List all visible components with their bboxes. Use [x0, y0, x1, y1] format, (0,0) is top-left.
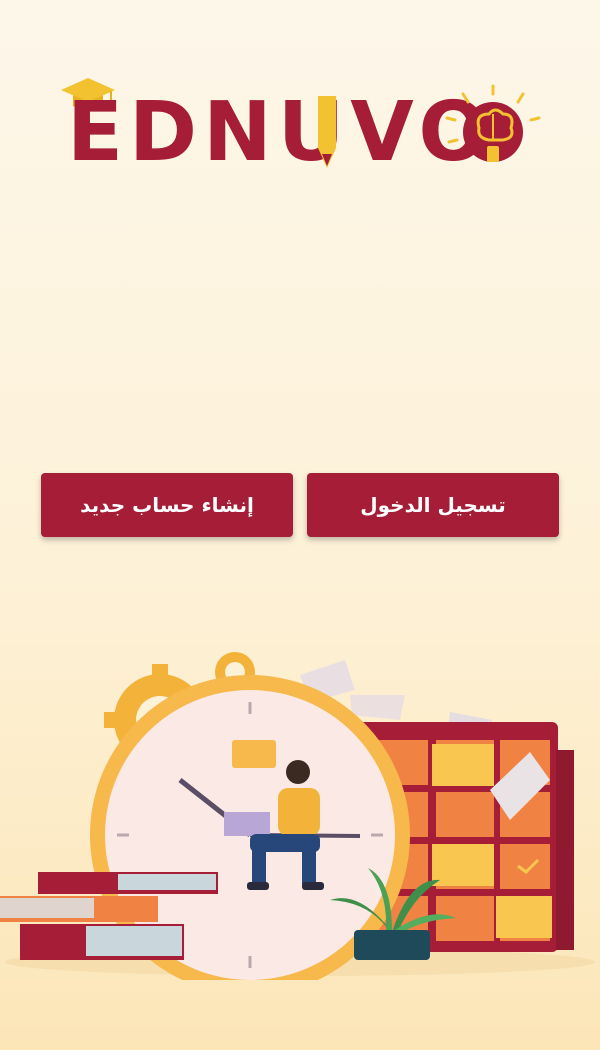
- create-account-button[interactable]: إنشاء حساب جديد: [41, 473, 293, 537]
- lightbulb-brain-icon: [445, 84, 541, 162]
- create-account-label: إنشاء حساب جديد: [80, 493, 254, 517]
- student-time-management-illustration: [0, 652, 595, 980]
- pencil-icon: [318, 96, 336, 168]
- login-label: تسجيل الدخول: [360, 493, 506, 517]
- login-button[interactable]: تسجيل الدخول: [307, 473, 559, 537]
- brand-name: EDNUVO: [67, 85, 495, 180]
- app-logo: EDNUVO: [55, 72, 545, 182]
